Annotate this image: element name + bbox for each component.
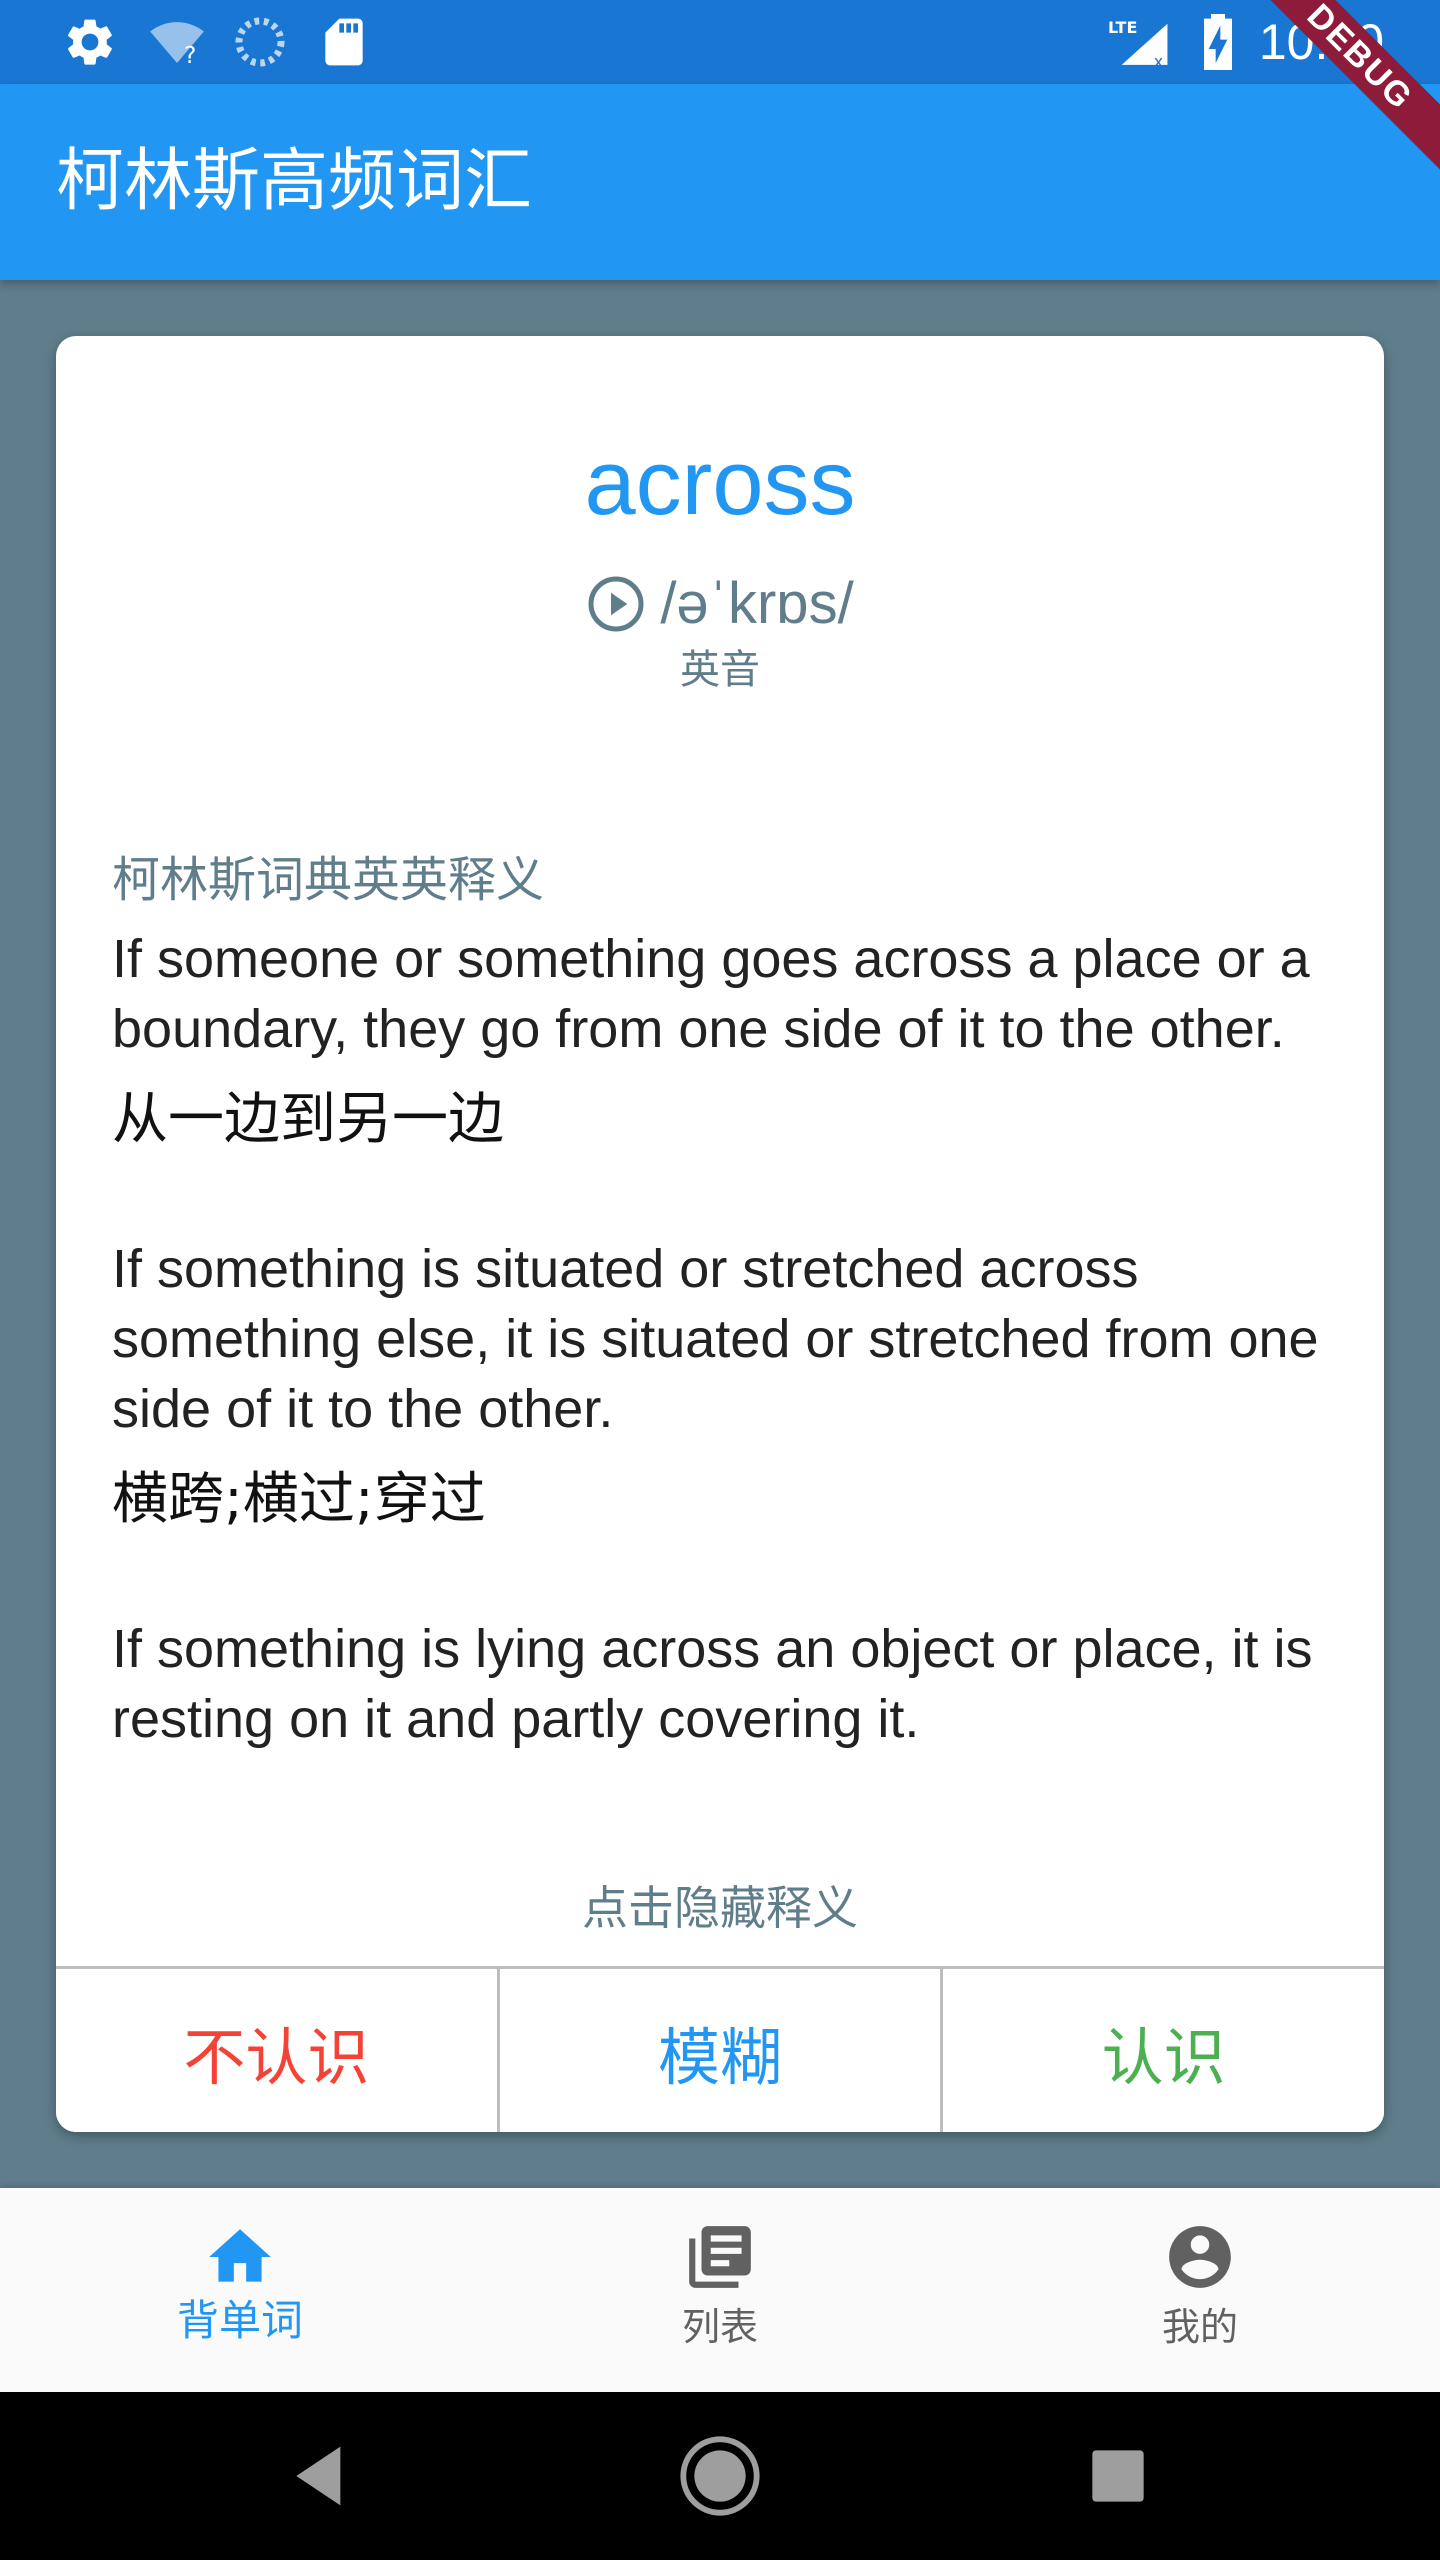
definition-chinese: 从一边到另一边 (112, 1087, 504, 1152)
library-books-icon (689, 2226, 751, 2288)
definition-english: If something is lying across an object o… (112, 1619, 1313, 1749)
nav-label: 我的 (1161, 2305, 1238, 2349)
app-bar: 柯林斯高频词汇 (0, 84, 1440, 280)
unknown-button[interactable]: 不认识 (56, 1969, 497, 2132)
definition-item: If something is situated or stretched ac… (112, 1234, 1342, 1536)
loading-icon (235, 17, 285, 67)
nav-label: 背单词 (176, 2296, 303, 2345)
pronunciation-row[interactable]: /əˈkrɒs/ (56, 564, 1384, 640)
answer-button-row: 不认识 模糊 认识 (56, 1966, 1384, 2132)
home-icon (209, 2229, 271, 2282)
phonetic-text: /əˈkrɒs/ (660, 570, 854, 636)
svg-text:x: x (1154, 52, 1163, 70)
definition-item: If something is lying across an object o… (112, 1614, 1342, 1754)
fuzzy-button[interactable]: 模糊 (496, 1969, 941, 2132)
nav-item-memorize[interactable]: 背单词 (0, 2188, 480, 2392)
lte-signal-icon: LTE x (1108, 18, 1168, 70)
recents-icon[interactable] (1074, 2432, 1162, 2520)
known-button[interactable]: 认识 (940, 1969, 1384, 2132)
definition-english: If someone or something goes across a pl… (112, 929, 1310, 1059)
definition-item: If someone or something goes across a pl… (112, 924, 1342, 1156)
definition-scroll-area[interactable]: 柯林斯词典英英释义 If someone or something goes a… (112, 846, 1342, 1856)
nav-label: 列表 (681, 2305, 758, 2349)
definition-section-title: 柯林斯词典英英释义 (112, 852, 545, 908)
app-title: 柯林斯高频词汇 (56, 142, 533, 221)
back-icon[interactable] (278, 2432, 366, 2520)
status-bar: ? LTE x 10:40 (0, 0, 1440, 84)
sd-card-icon (325, 18, 363, 66)
wifi-unknown-icon: ? (150, 22, 204, 69)
nav-item-profile[interactable]: 我的 (960, 2188, 1440, 2392)
home-circle-icon[interactable] (676, 2432, 764, 2520)
settings-icon (68, 19, 112, 65)
hide-definition-hint[interactable]: 点击隐藏释义 (56, 1878, 1384, 1938)
definition-english: If something is situated or stretched ac… (112, 1239, 1319, 1439)
bottom-navigation: 背单词 列表 我的 (0, 2188, 1440, 2392)
word-title: across (584, 432, 856, 534)
account-circle-icon (1169, 2226, 1231, 2288)
accent-label: 英音 (680, 647, 760, 693)
svg-text:LTE: LTE (1108, 18, 1137, 37)
svg-text:?: ? (184, 41, 196, 69)
definition-chinese: 横跨;横过;穿过 (112, 1467, 486, 1532)
play-circle-icon[interactable] (586, 574, 646, 634)
word-card[interactable]: across /əˈkrɒs/ 英音 柯林斯词典英英释义 If someone … (56, 336, 1384, 2132)
system-navigation-bar (0, 2392, 1440, 2560)
battery-charging-icon (1204, 14, 1232, 70)
nav-item-list[interactable]: 列表 (480, 2188, 960, 2392)
